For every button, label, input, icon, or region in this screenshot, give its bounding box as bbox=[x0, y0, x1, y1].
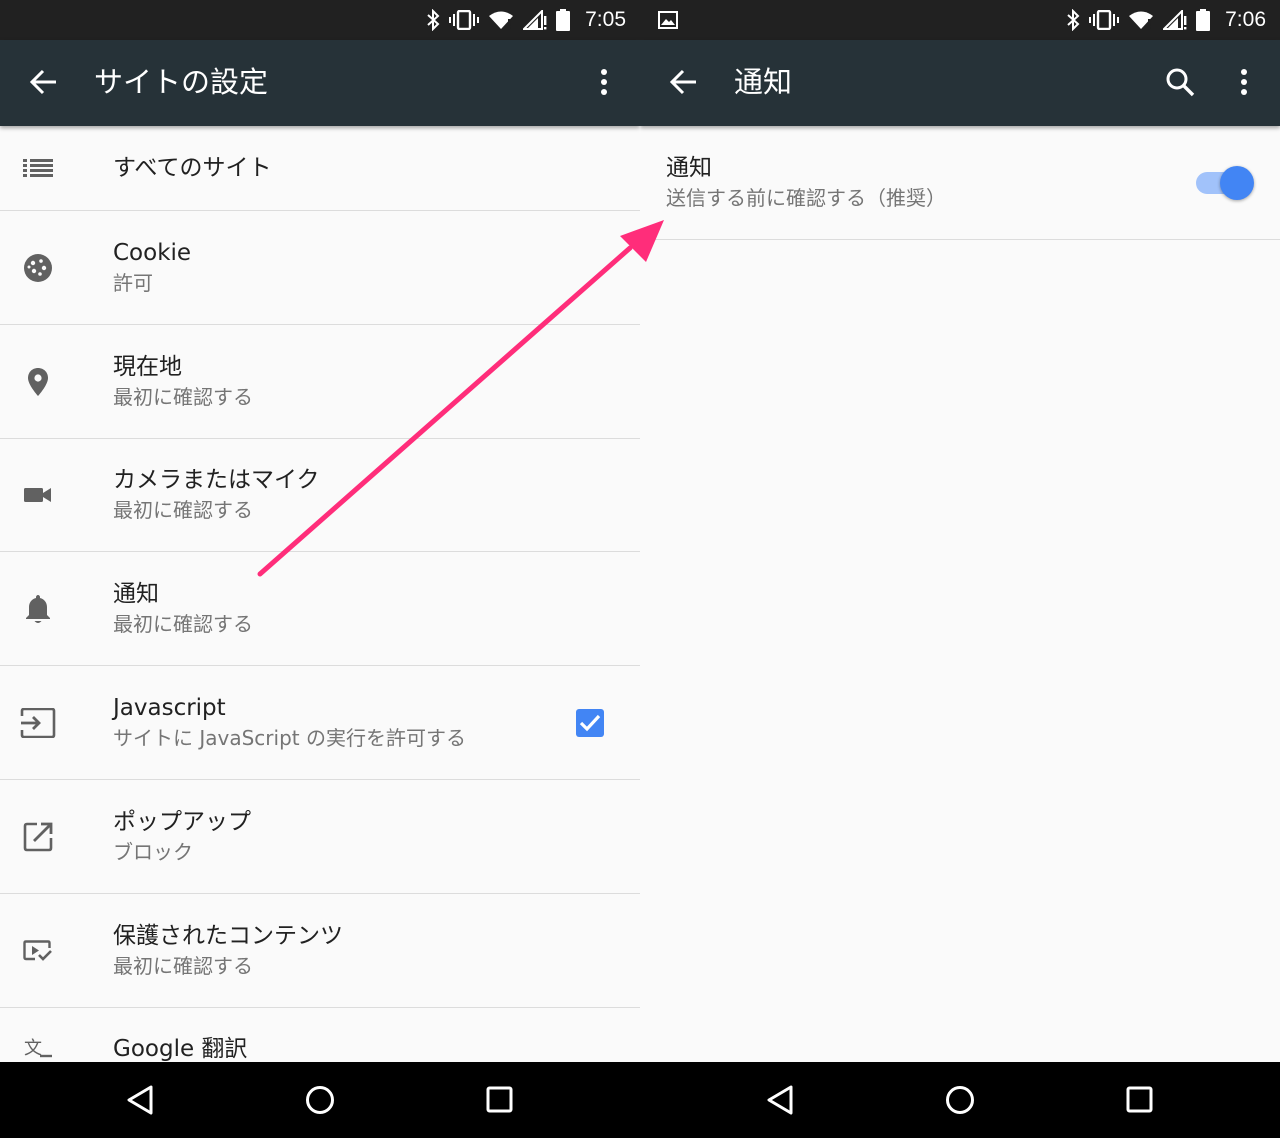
navigation-bar bbox=[0, 1062, 640, 1138]
list-item-label: Google 翻訳 bbox=[113, 1036, 248, 1062]
bluetooth-icon bbox=[1067, 9, 1080, 31]
switch-thumb bbox=[1220, 165, 1254, 200]
nav-recents-button[interactable] bbox=[1050, 1062, 1230, 1138]
list-item-label: すべてのサイト bbox=[113, 155, 272, 181]
navigation-bar bbox=[640, 1062, 1280, 1138]
notification-settings-list: 通知 送信する前に確認する（推奨） bbox=[640, 126, 1280, 240]
videocam-icon bbox=[20, 477, 56, 513]
javascript-checkbox[interactable] bbox=[576, 708, 604, 737]
nav-back-icon bbox=[767, 1085, 793, 1115]
nav-home-icon bbox=[946, 1086, 974, 1114]
overflow-menu-button[interactable] bbox=[1222, 60, 1266, 104]
list-item-label: ポップアップ bbox=[113, 808, 251, 835]
battery-icon bbox=[1196, 9, 1211, 31]
list-item-javascript[interactable]: Javascript サイトに JavaScript の実行を許可する bbox=[0, 666, 640, 780]
cookie-icon bbox=[20, 250, 56, 286]
cell-signal-icon bbox=[1163, 10, 1187, 30]
list-item-notifications[interactable]: 通知 最初に確認する bbox=[0, 552, 640, 666]
status-bar: 7:05 bbox=[0, 0, 640, 40]
status-time: 7:05 bbox=[585, 8, 626, 31]
location-pin-icon bbox=[20, 364, 56, 400]
right-phone-screen: 7:06 通知 通知 送信する前に確認する（推奨） bbox=[640, 0, 1280, 1138]
nav-recents-button[interactable] bbox=[410, 1062, 590, 1138]
list-item-location[interactable]: 現在地 最初に確認する bbox=[0, 325, 640, 439]
back-button[interactable] bbox=[662, 60, 706, 104]
status-bar: 7:06 bbox=[640, 0, 1280, 40]
nav-home-icon bbox=[306, 1086, 334, 1114]
list-item-all-sites[interactable]: すべてのサイト bbox=[0, 126, 640, 211]
bluetooth-icon bbox=[427, 9, 440, 31]
overflow-menu-button[interactable] bbox=[582, 60, 626, 104]
arrow-back-icon bbox=[30, 69, 56, 95]
more-vert-icon bbox=[1241, 69, 1247, 95]
more-vert-icon bbox=[601, 69, 607, 95]
nav-back-button[interactable] bbox=[690, 1062, 870, 1138]
nav-home-button[interactable] bbox=[230, 1062, 410, 1138]
list-item-camera-mic[interactable]: カメラまたはマイク 最初に確認する bbox=[0, 439, 640, 552]
vibrate-icon bbox=[1089, 10, 1120, 30]
list-item-label: 通知 bbox=[113, 580, 159, 607]
notifications-switch[interactable] bbox=[1194, 165, 1254, 200]
svg-text:文: 文 bbox=[24, 1038, 42, 1059]
site-settings-list: すべてのサイト Cookie 許可 現在地 最初に確認する カメラまたはマイク … bbox=[0, 126, 640, 1122]
search-button[interactable] bbox=[1158, 60, 1202, 104]
page-title: 通知 bbox=[734, 65, 793, 99]
list-item-summary: 最初に確認する bbox=[113, 611, 253, 636]
list-item-summary: サイトに JavaScript の実行を許可する bbox=[113, 725, 466, 750]
wifi-icon bbox=[1129, 11, 1154, 30]
list-item-protected-content[interactable]: 保護されたコンテンツ 最初に確認する bbox=[0, 894, 640, 1008]
list-item-label: 保護されたコンテンツ bbox=[113, 922, 343, 949]
nav-recents-icon bbox=[1126, 1086, 1153, 1113]
notifications-toggle-row[interactable]: 通知 送信する前に確認する（推奨） bbox=[640, 126, 1280, 240]
list-item-summary: 許可 bbox=[113, 270, 153, 295]
list-item-summary: 最初に確認する bbox=[113, 384, 253, 409]
setting-summary: 送信する前に確認する（推奨） bbox=[666, 185, 946, 210]
page-title: サイトの設定 bbox=[94, 65, 269, 99]
bell-icon bbox=[20, 591, 56, 627]
nav-back-button[interactable] bbox=[50, 1062, 230, 1138]
protected-content-icon bbox=[20, 933, 56, 969]
input-icon bbox=[20, 705, 56, 741]
left-phone-screen: 7:05 サイトの設定 すべてのサイト Cookie 許可 現在地 最初に確認す… bbox=[0, 0, 640, 1138]
list-icon bbox=[20, 150, 56, 186]
status-time: 7:06 bbox=[1225, 8, 1266, 31]
list-item-cookie[interactable]: Cookie 許可 bbox=[0, 211, 640, 325]
list-item-summary: ブロック bbox=[113, 839, 193, 864]
list-item-label: Cookie bbox=[113, 239, 192, 266]
wifi-icon bbox=[489, 11, 514, 30]
app-bar: 通知 bbox=[640, 40, 1280, 126]
nav-back-icon bbox=[127, 1085, 153, 1115]
nav-recents-icon bbox=[486, 1086, 513, 1113]
list-item-summary: 最初に確認する bbox=[113, 953, 253, 978]
arrow-back-icon bbox=[670, 69, 696, 95]
nav-home-button[interactable] bbox=[870, 1062, 1050, 1138]
list-item-label: Javascript bbox=[113, 694, 226, 721]
image-notification-icon bbox=[658, 11, 678, 29]
search-icon bbox=[1166, 68, 1195, 97]
list-item-label: カメラまたはマイク bbox=[113, 467, 320, 493]
list-item-summary: 最初に確認する bbox=[113, 498, 253, 522]
check-icon bbox=[579, 714, 601, 731]
setting-title: 通知 bbox=[666, 154, 712, 181]
battery-icon bbox=[556, 9, 571, 31]
back-button[interactable] bbox=[22, 60, 66, 104]
vibrate-icon bbox=[449, 10, 480, 30]
list-item-label: 現在地 bbox=[113, 353, 182, 380]
cell-signal-icon bbox=[523, 10, 547, 30]
app-bar: サイトの設定 bbox=[0, 40, 640, 126]
list-item-popups[interactable]: ポップアップ ブロック bbox=[0, 780, 640, 894]
open-in-new-icon bbox=[20, 819, 56, 855]
